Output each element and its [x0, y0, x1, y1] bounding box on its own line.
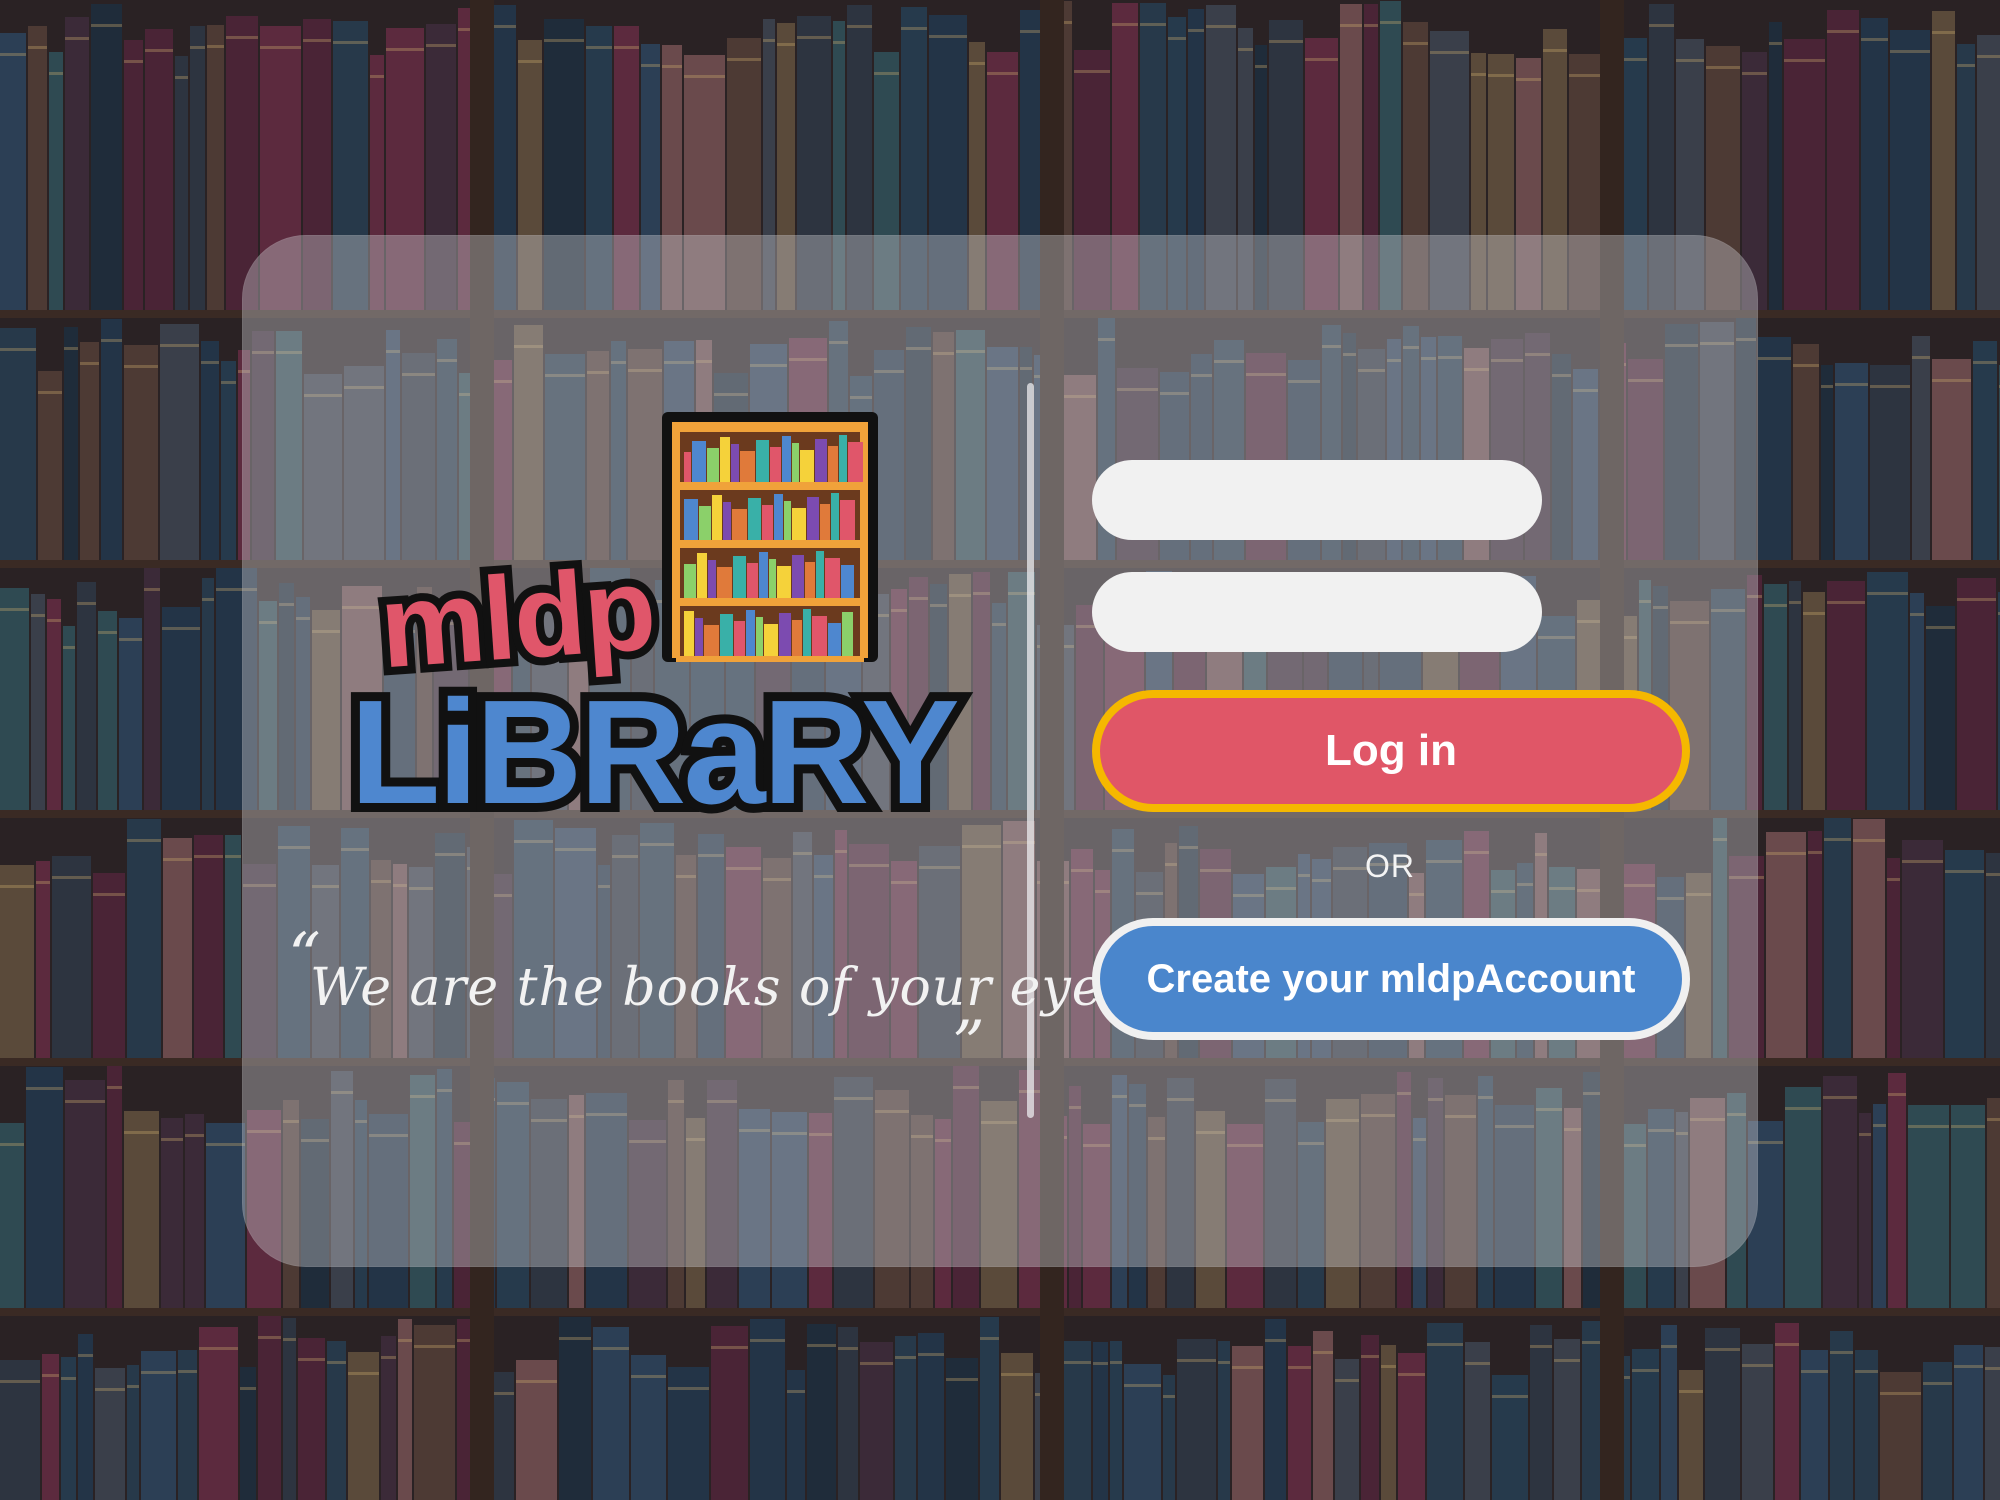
create-account-button[interactable]: Create your mldpAccount [1092, 918, 1690, 1040]
logo-text-library: LiBRaRY [341, 661, 969, 844]
or-separator: OR [1365, 848, 1415, 884]
tagline-close-quote: ” [952, 1008, 985, 1082]
login-button-label: Log in [1325, 726, 1457, 775]
username-field[interactable] [1092, 460, 1542, 540]
tagline: “ We are the books of your eyes ” [280, 920, 1130, 1082]
create-account-button-label: Create your mldpAccount [1146, 956, 1636, 1001]
password-field[interactable] [1092, 572, 1542, 652]
mldp-library-logo: mldp LiBRaRY [340, 410, 969, 844]
login-button[interactable]: Log in [1092, 690, 1690, 812]
tagline-text: We are the books of your eyes [310, 958, 1132, 1018]
